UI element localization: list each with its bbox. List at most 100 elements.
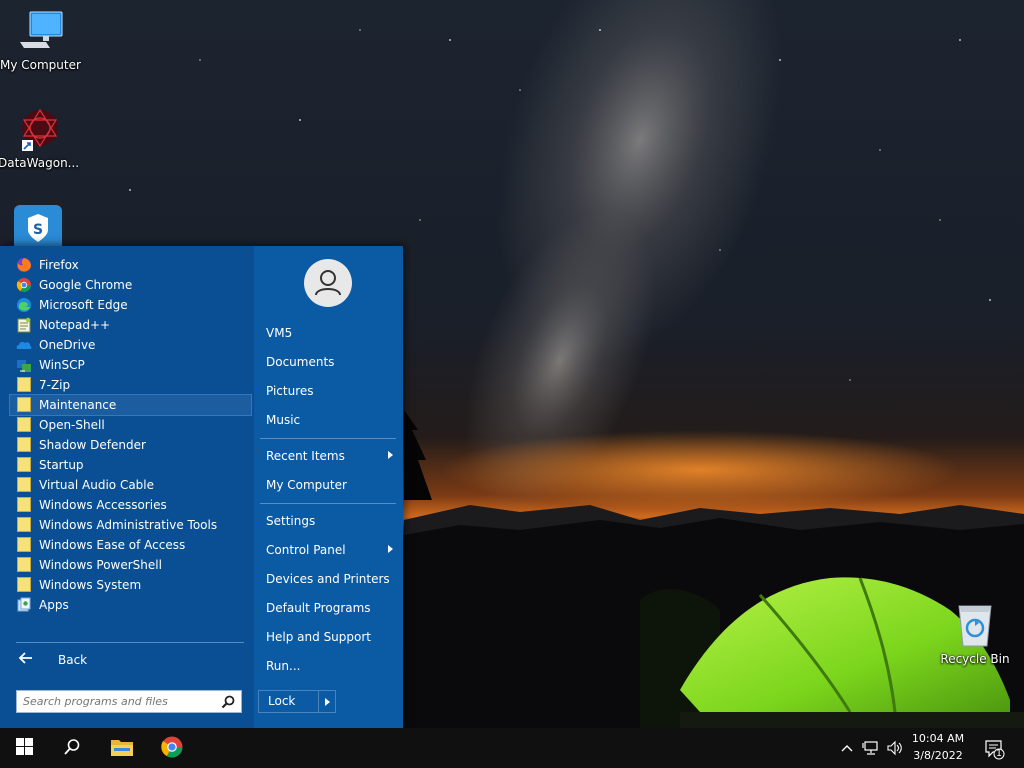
program-item-windows-accessories[interactable]: Windows Accessories <box>10 495 251 515</box>
program-label: Microsoft Edge <box>39 298 128 312</box>
chrome-icon <box>160 735 184 762</box>
folder-icon <box>16 477 32 493</box>
places-item-music[interactable]: Music <box>260 408 397 432</box>
back-button[interactable]: Back <box>16 648 246 672</box>
desktop-icon-datawagon[interactable]: DataWagon... <box>0 106 79 170</box>
taskbar-google-chrome[interactable] <box>148 728 196 768</box>
back-label: Back <box>58 653 88 667</box>
places-item-vm5[interactable]: VM5 <box>260 321 397 345</box>
lock-button[interactable]: Lock <box>258 690 336 713</box>
places-item-default-programs[interactable]: Default Programs <box>260 596 397 620</box>
search-input[interactable] <box>17 691 219 712</box>
program-item-onedrive[interactable]: OneDrive <box>10 335 251 355</box>
program-label: Shadow Defender <box>39 438 146 452</box>
chevron-up-icon[interactable] <box>838 739 856 757</box>
program-item-windows-powershell[interactable]: Windows PowerShell <box>10 555 251 575</box>
folder-icon <box>16 517 32 533</box>
places-item-run[interactable]: Run... <box>260 654 397 678</box>
places-label: Settings <box>266 514 316 528</box>
back-arrow-icon <box>18 650 38 670</box>
user-avatar[interactable] <box>304 259 352 307</box>
program-label: Windows Administrative Tools <box>39 518 218 532</box>
folder-icon <box>16 537 32 553</box>
program-label: OneDrive <box>39 338 96 352</box>
menu-separator <box>16 642 244 643</box>
start-button[interactable] <box>0 728 48 768</box>
computer-icon <box>16 8 64 56</box>
folder-icon <box>16 377 32 393</box>
program-label: 7-Zip <box>39 378 71 392</box>
shield-app-icon: S <box>14 204 62 253</box>
places-item-control-panel[interactable]: Control Panel <box>260 538 397 562</box>
program-item-open-shell[interactable]: Open-Shell <box>10 415 251 435</box>
places-item-my-computer[interactable]: My Computer <box>260 473 397 497</box>
program-label: Apps <box>39 598 69 612</box>
menu-separator <box>260 438 396 439</box>
places-label: Help and Support <box>266 630 371 644</box>
submenu-arrow-icon <box>388 545 393 553</box>
program-item-maintenance[interactable]: Maintenance <box>9 394 252 416</box>
submenu-arrow-icon <box>388 451 393 459</box>
places-label: Default Programs <box>266 601 371 615</box>
apps-icon <box>16 597 32 613</box>
folder-icon <box>16 497 32 513</box>
program-label: WinSCP <box>39 358 85 372</box>
program-item-windows-ease-of-access[interactable]: Windows Ease of Access <box>10 535 251 555</box>
program-label: Startup <box>39 458 84 472</box>
program-item-google-chrome[interactable]: Google Chrome <box>10 275 251 295</box>
svg-text:S: S <box>33 222 43 238</box>
shutdown-options-arrow-icon[interactable] <box>318 691 335 712</box>
file-explorer-icon <box>110 737 134 760</box>
program-item-startup[interactable]: Startup <box>10 455 251 475</box>
program-item-notepadpp[interactable]: Notepad++ <box>10 315 251 335</box>
program-item-windows-administrative-tools[interactable]: Windows Administrative Tools <box>10 515 251 535</box>
program-label: Open-Shell <box>39 418 105 432</box>
program-item-windows-system[interactable]: Windows System <box>10 575 251 595</box>
taskbar-clock[interactable]: 10:04 AM 3/8/2022 <box>906 730 970 764</box>
desktop-icon-my-computer[interactable]: My Computer <box>0 8 81 72</box>
lock-label: Lock <box>268 694 296 708</box>
chrome-icon <box>16 277 32 293</box>
search-icon[interactable] <box>221 695 235 709</box>
places-label: Pictures <box>266 384 314 398</box>
places-item-documents[interactable]: Documents <box>260 350 397 374</box>
program-label: Windows Accessories <box>39 498 167 512</box>
program-list: Firefox Google Chrome Microsoft Edge Not… <box>9 255 252 615</box>
places-label: My Computer <box>266 478 347 492</box>
places-item-devices-and-printers[interactable]: Devices and Printers <box>260 567 397 591</box>
search-button[interactable] <box>48 728 96 768</box>
desktop-icon-label: My Computer <box>0 58 81 72</box>
program-item-firefox[interactable]: Firefox <box>10 255 251 275</box>
places-label: Run... <box>266 659 301 673</box>
start-menu-programs-pane: Firefox Google Chrome Microsoft Edge Not… <box>0 246 254 728</box>
folder-icon <box>16 437 32 453</box>
places-item-settings[interactable]: Settings <box>260 509 397 533</box>
menu-separator <box>260 503 396 504</box>
program-label: Notepad++ <box>39 318 111 332</box>
program-item-shadow-defender[interactable]: Shadow Defender <box>10 435 251 455</box>
places-label: VM5 <box>266 326 293 340</box>
folder-icon <box>16 397 32 413</box>
places-item-recent-items[interactable]: Recent Items <box>260 444 397 468</box>
program-label: Google Chrome <box>39 278 133 292</box>
program-item-apps[interactable]: Apps <box>10 595 251 615</box>
program-item-winscp[interactable]: WinSCP <box>10 355 251 375</box>
places-item-pictures[interactable]: Pictures <box>260 379 397 403</box>
action-center-icon[interactable]: 1 <box>984 738 1006 760</box>
desktop-icon-recycle-bin[interactable]: Recycle Bin <box>935 602 1015 666</box>
winscp-icon <box>16 357 32 373</box>
datawagon-icon <box>14 106 62 154</box>
places-label: Music <box>266 413 301 427</box>
program-item-microsoft-edge[interactable]: Microsoft Edge <box>10 295 251 315</box>
places-item-help-and-support[interactable]: Help and Support <box>260 625 397 649</box>
clock-time: 10:04 AM <box>911 732 965 745</box>
program-item-virtual-audio-cable[interactable]: Virtual Audio Cable <box>10 475 251 495</box>
places-label: Control Panel <box>266 543 346 557</box>
volume-icon[interactable] <box>886 739 904 757</box>
program-item-7zip[interactable]: 7-Zip <box>10 375 251 395</box>
search-icon <box>63 738 81 759</box>
program-label: Windows Ease of Access <box>39 538 186 552</box>
taskbar-file-explorer[interactable] <box>98 728 146 768</box>
search-box <box>16 690 242 713</box>
network-icon[interactable] <box>862 739 880 757</box>
